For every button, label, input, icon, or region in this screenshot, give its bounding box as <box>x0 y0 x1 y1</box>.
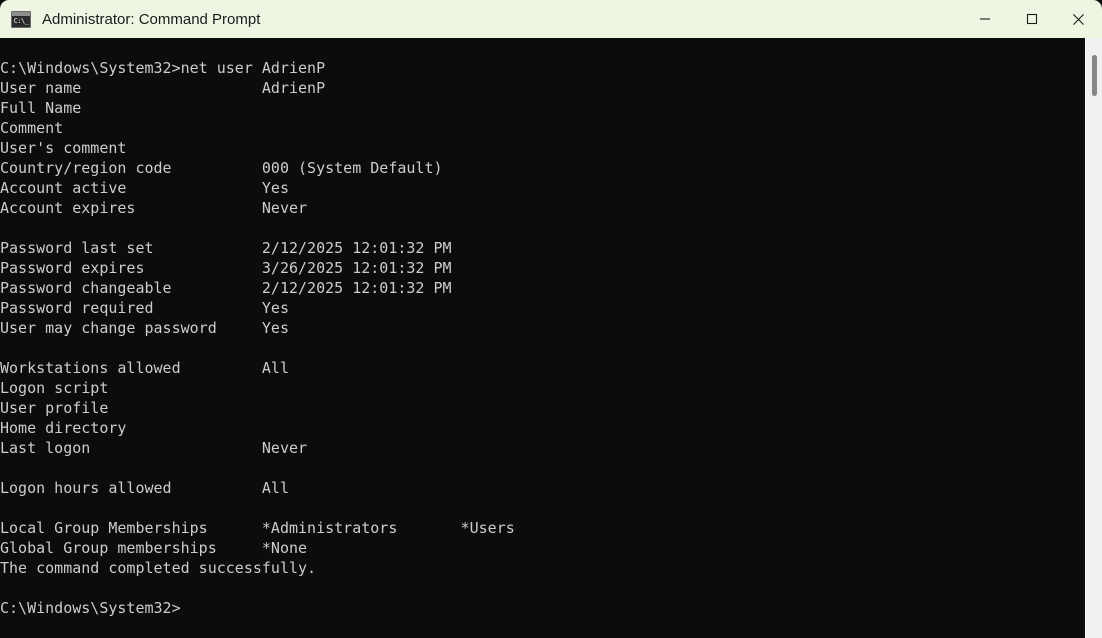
maximize-icon <box>1026 13 1037 25</box>
command-prompt-window: C:\_ Administrator: Command Prompt C:\Wi… <box>0 0 1102 638</box>
terminal-output-area[interactable]: C:\Windows\System32>net user AdrienP Use… <box>0 38 1102 638</box>
close-icon <box>1073 13 1084 25</box>
icon-prompt-glyph: C:\_ <box>13 16 29 25</box>
window-title: Administrator: Command Prompt <box>42 10 261 28</box>
minimize-icon <box>979 18 990 20</box>
minimize-button[interactable] <box>961 0 1008 38</box>
maximize-button[interactable] <box>1008 0 1055 38</box>
console-text: C:\Windows\System32>net user AdrienP Use… <box>0 59 515 617</box>
close-button[interactable] <box>1055 0 1102 38</box>
cmd-prompt-icon: C:\_ <box>11 10 31 28</box>
title-bar[interactable]: C:\_ Administrator: Command Prompt <box>0 0 1102 38</box>
scrollbar-thumb[interactable] <box>1092 55 1097 96</box>
title-bar-left: C:\_ Administrator: Command Prompt <box>0 10 261 28</box>
caption-buttons <box>961 0 1102 38</box>
vertical-scrollbar[interactable] <box>1085 38 1102 638</box>
